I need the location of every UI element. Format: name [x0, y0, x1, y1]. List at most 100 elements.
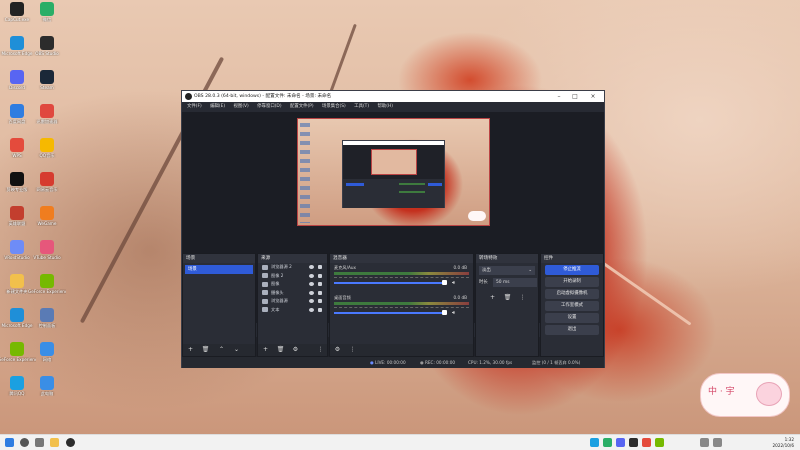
explorer-icon[interactable]	[50, 438, 59, 447]
remove-source-button[interactable]: 🗑	[276, 346, 285, 354]
settings-button[interactable]: 设置	[545, 313, 599, 323]
tray-icon[interactable]	[603, 438, 612, 447]
visibility-eye-icon[interactable]	[309, 299, 314, 303]
desktop-icon[interactable]: 网络	[32, 342, 62, 372]
move-scene-up-button[interactable]: ⌃	[217, 346, 226, 354]
source-type-icon	[262, 290, 268, 295]
duration-input[interactable]: 50 ms	[493, 278, 537, 287]
accelerator-icon	[40, 104, 54, 118]
tray-icon[interactable]	[642, 438, 651, 447]
add-transition-button[interactable]: +	[488, 294, 497, 302]
volume-icon[interactable]	[713, 438, 722, 447]
add-source-button[interactable]: +	[261, 346, 270, 354]
wegame-icon	[40, 206, 54, 220]
network-icon	[40, 342, 54, 356]
desktop-icon[interactable]: 控制面板	[32, 308, 62, 338]
source-list-item[interactable]: 浏览器源	[258, 297, 327, 306]
menu-help[interactable]: 帮助(H)	[377, 104, 393, 109]
transitions-dock-title: 转场特效	[476, 254, 538, 263]
desktop-icon[interactable]: Steam	[32, 70, 62, 100]
menu-view[interactable]: 视图(V)	[234, 104, 249, 109]
visibility-eye-icon[interactable]	[309, 307, 314, 312]
tray-icon[interactable]	[590, 438, 599, 447]
desktop-icon[interactable]: GeForce Experience	[28, 274, 66, 304]
lock-icon[interactable]	[318, 299, 322, 303]
obs-taskbar-icon[interactable]	[66, 438, 75, 447]
tray-icon[interactable]	[629, 438, 638, 447]
close-button[interactable]: ×	[586, 91, 600, 102]
desktop-icon[interactable]: OBS Studio	[32, 36, 62, 66]
start-icon[interactable]	[5, 438, 14, 447]
menu-profile[interactable]: 配置文件(P)	[290, 104, 314, 109]
remove-transition-button[interactable]: 🗑	[503, 294, 512, 302]
source-name: 摄像头	[271, 289, 284, 295]
source-list-item[interactable]: 图像	[258, 280, 327, 289]
move-scene-down-button[interactable]: ⌄	[232, 346, 241, 354]
speaker-icon[interactable]: 🔊︎	[452, 280, 455, 286]
folder-icon	[10, 274, 24, 288]
stop-streaming-button[interactable]: 停止推流	[545, 265, 599, 275]
visibility-eye-icon[interactable]	[309, 273, 314, 278]
obs-titlebar[interactable]: OBS 28.0.3 (64-bit, windows) - 配置文件: 未命名…	[182, 91, 604, 102]
volume-slider[interactable]: 🔊︎	[334, 280, 469, 286]
source-list-item[interactable]: 图像 2	[258, 272, 327, 281]
source-type-icon	[262, 298, 268, 304]
menu-docks[interactable]: 停靠窗口(D)	[257, 104, 281, 109]
capcut-icon	[10, 2, 24, 16]
volume-knob[interactable]	[442, 310, 447, 315]
tray-icon[interactable]	[655, 438, 664, 447]
transition-type-select[interactable]: 淡出 ⌄	[479, 266, 535, 275]
desktop-icon[interactable]: 网易云音乐	[32, 172, 62, 202]
menu-file[interactable]: 文件(F)	[187, 104, 202, 109]
source-list-item[interactable]: 文本	[258, 306, 327, 315]
volume-slider[interactable]: 🔊︎	[334, 310, 469, 316]
desktop-icon[interactable]: QQ音乐	[32, 138, 62, 168]
desktop-icon-label: 网易云音乐	[36, 187, 58, 192]
visibility-eye-icon[interactable]	[309, 290, 314, 295]
speaker-icon[interactable]: 🔊︎	[452, 310, 455, 316]
exit-button[interactable]: 退出	[545, 325, 599, 335]
obs-window[interactable]: OBS 28.0.3 (64-bit, windows) - 配置文件: 未命名…	[181, 90, 605, 368]
mixer-channel-mic: 麦克风/Aux 0.0 dB 🔊︎	[330, 263, 473, 293]
network-icon[interactable]	[700, 438, 709, 447]
menu-edit[interactable]: 编辑(E)	[210, 104, 225, 109]
task-view-icon[interactable]	[35, 438, 44, 447]
source-more-button[interactable]: ⋮	[316, 346, 325, 354]
desktop-icon[interactable]: VTube Studio	[32, 240, 62, 270]
source-list-item[interactable]: 浏览器源 2	[258, 263, 327, 272]
lock-icon[interactable]	[318, 265, 322, 269]
desktop-icon[interactable]: 微信	[32, 2, 62, 32]
maximize-button[interactable]: □	[568, 91, 582, 102]
scene-list-item[interactable]: 场景	[185, 265, 253, 274]
start-virtual-camera-button[interactable]: 启动虚拟摄像机	[545, 289, 599, 299]
lock-icon[interactable]	[318, 273, 322, 278]
volume-track	[334, 312, 444, 314]
desktop-icon[interactable]: WeGame	[32, 206, 62, 236]
lock-icon[interactable]	[318, 307, 322, 312]
transition-more-button[interactable]: ⋮	[518, 294, 527, 302]
tray-icon[interactable]	[616, 438, 625, 447]
start-recording-button[interactable]: 开始录制	[545, 277, 599, 287]
visibility-eye-icon[interactable]	[309, 265, 314, 269]
duration-value: 50 ms	[496, 280, 510, 285]
lock-icon[interactable]	[318, 282, 322, 286]
desktop-icon[interactable]: 迅雷加速器	[32, 104, 62, 134]
volume-knob[interactable]	[442, 280, 447, 285]
lock-icon[interactable]	[318, 290, 322, 295]
menu-scene-collection[interactable]: 场景集合(S)	[322, 104, 346, 109]
visibility-eye-icon[interactable]	[309, 282, 314, 286]
mixer-settings-icon[interactable]: ⚙	[333, 346, 342, 354]
minimize-button[interactable]: –	[552, 91, 566, 102]
search-icon[interactable]	[20, 438, 29, 447]
remove-scene-button[interactable]: 🗑	[201, 346, 210, 354]
menu-tools[interactable]: 工具(T)	[354, 104, 369, 109]
studio-mode-button[interactable]: 工作室模式	[545, 301, 599, 311]
add-scene-button[interactable]: +	[186, 346, 195, 354]
taskbar-clock[interactable]: 1:32 2022/10/6	[773, 437, 794, 449]
desktop-icon[interactable]: 此电脑	[32, 376, 62, 406]
source-properties-button[interactable]: ⚙	[291, 346, 300, 354]
mixer-more-button[interactable]: ⋮	[348, 346, 357, 354]
program-preview[interactable]	[297, 118, 490, 226]
taskbar: 1:32 2022/10/6	[0, 434, 800, 450]
source-list-item[interactable]: 摄像头	[258, 289, 327, 298]
